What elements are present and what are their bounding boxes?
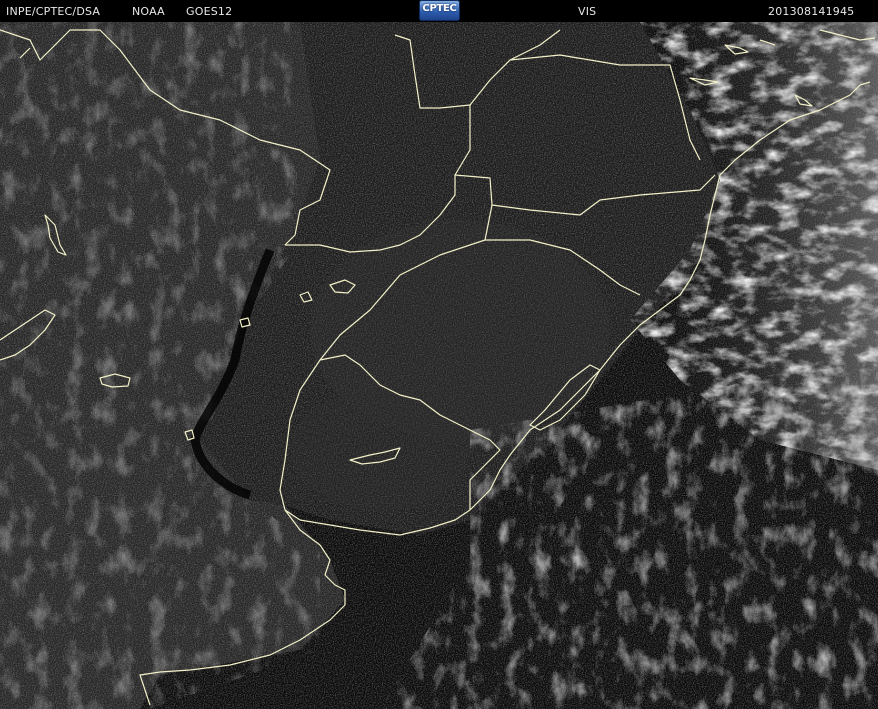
satellite-label: GOES12: [186, 5, 233, 18]
cptec-logo-icon: CPTEC: [419, 0, 460, 21]
logo-text: CPTEC: [422, 3, 457, 14]
timestamp-label: 201308141945: [768, 5, 855, 18]
agency-label: NOAA: [132, 5, 165, 18]
channel-label: VIS: [578, 5, 597, 18]
satellite-map[interactable]: [0, 22, 878, 709]
source-label: INPE/CPTEC/DSA: [6, 5, 101, 18]
satellite-image: [0, 22, 878, 709]
